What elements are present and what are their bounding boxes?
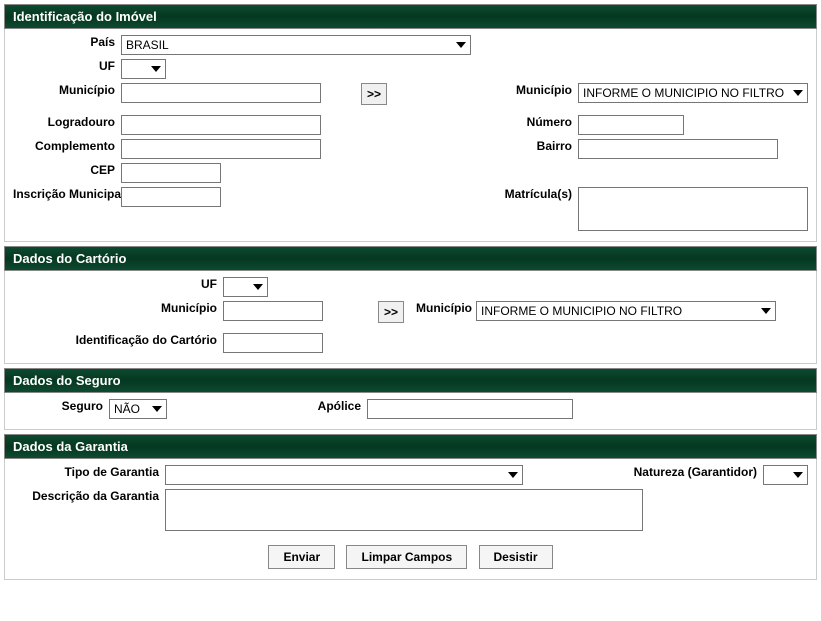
cep-label: CEP (13, 163, 121, 177)
section-title-seguro: Dados do Seguro (13, 373, 121, 388)
logradouro-input[interactable] (121, 115, 321, 135)
section-header-garantia: Dados da Garantia (4, 434, 817, 459)
cartorio-ident-input[interactable] (223, 333, 323, 353)
enviar-button[interactable]: Enviar (268, 545, 335, 569)
cartorio-municipio-select[interactable]: INFORME O MUNICIPIO NO FILTRO (476, 301, 776, 321)
seguro-select[interactable]: NÃO (109, 399, 167, 419)
cartorio-municipio-lookup-button[interactable]: >> (378, 301, 404, 323)
tipo-garantia-label: Tipo de Garantia (13, 465, 165, 479)
uf-select[interactable] (121, 59, 166, 79)
section-body-imovel: País BRASIL UF Município >> Município IN… (4, 29, 817, 242)
numero-input[interactable] (578, 115, 684, 135)
section-body-cartorio: UF Município >> Município INFORME O MUNI… (4, 271, 817, 364)
natureza-label: Natureza (Garantidor) (633, 465, 763, 479)
cep-input[interactable] (121, 163, 221, 183)
uf-label: UF (13, 59, 121, 73)
municipio-select-label: Município (458, 83, 578, 97)
descricao-garantia-label: Descrição da Garantia (13, 489, 165, 503)
seguro-label: Seguro (13, 399, 109, 413)
section-header-imovel: Identificação do Imóvel (4, 4, 817, 29)
pais-label: País (13, 35, 121, 49)
desistir-button[interactable]: Desistir (479, 545, 553, 569)
municipio-input[interactable] (121, 83, 321, 103)
section-title-garantia: Dados da Garantia (13, 439, 128, 454)
natureza-select[interactable] (763, 465, 808, 485)
section-title-cartorio: Dados do Cartório (13, 251, 126, 266)
descricao-garantia-textarea[interactable] (165, 489, 643, 531)
cartorio-municipio-input-label: Município (13, 301, 223, 315)
section-body-seguro: Seguro NÃO Apólice (4, 393, 817, 430)
section-body-garantia: Tipo de Garantia Natureza (Garantidor) D… (4, 459, 817, 580)
inscricao-input[interactable] (121, 187, 221, 207)
bairro-input[interactable] (578, 139, 778, 159)
logradouro-label: Logradouro (13, 115, 121, 129)
limpar-campos-button[interactable]: Limpar Campos (346, 545, 467, 569)
numero-label: Número (458, 115, 578, 129)
apolice-input[interactable] (367, 399, 573, 419)
matriculas-textarea[interactable] (578, 187, 808, 231)
button-bar: Enviar Limpar Campos Desistir (13, 535, 808, 573)
municipio-select[interactable]: INFORME O MUNICIPIO NO FILTRO (578, 83, 808, 103)
municipio-input-label: Município (13, 83, 121, 97)
cartorio-uf-select[interactable] (223, 277, 268, 297)
apolice-label: Apólice (307, 399, 367, 413)
cartorio-municipio-select-label: Município (416, 301, 476, 315)
cartorio-municipio-input[interactable] (223, 301, 323, 321)
bairro-label: Bairro (458, 139, 578, 153)
tipo-garantia-select[interactable] (165, 465, 523, 485)
pais-select[interactable]: BRASIL (121, 35, 471, 55)
cartorio-ident-label: Identificação do Cartório (13, 333, 223, 347)
inscricao-label: Inscrição Municipal (13, 187, 121, 201)
complemento-input[interactable] (121, 139, 321, 159)
cartorio-uf-label: UF (13, 277, 223, 291)
section-header-cartorio: Dados do Cartório (4, 246, 817, 271)
complemento-label: Complemento (13, 139, 121, 153)
municipio-lookup-button[interactable]: >> (361, 83, 387, 105)
matriculas-label: Matrícula(s) (458, 187, 578, 201)
section-header-seguro: Dados do Seguro (4, 368, 817, 393)
section-title-imovel: Identificação do Imóvel (13, 9, 157, 24)
